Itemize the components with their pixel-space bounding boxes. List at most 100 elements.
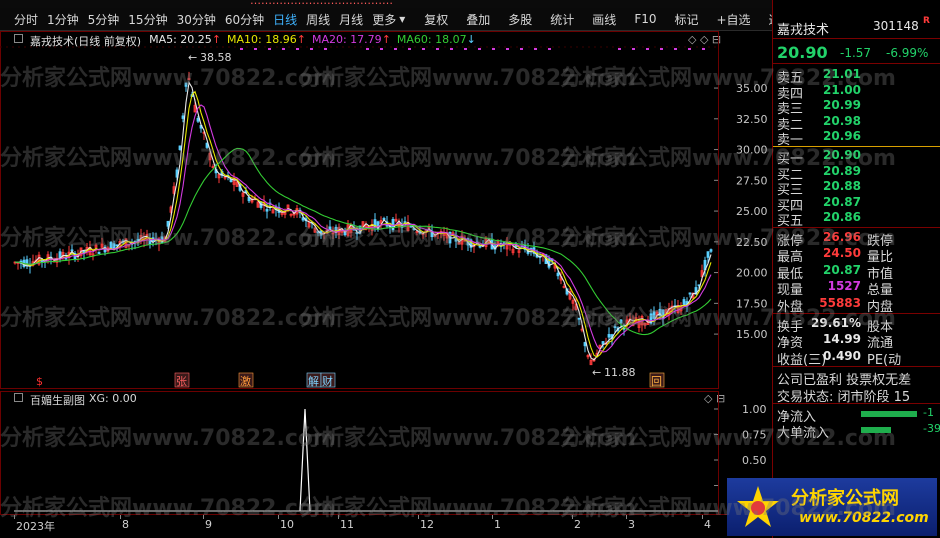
ask-price: 20.96 <box>823 129 861 144</box>
toolbar-action-0[interactable]: 复权 <box>424 11 448 28</box>
stock-name: 嘉戎技术 <box>777 23 830 38</box>
toolbar-action-1[interactable]: 叠加 <box>466 11 490 28</box>
date-axis: 2023年 8 9 10 11 12 1 2 3 4 <box>0 514 772 538</box>
stat-value: 14.99 <box>823 332 861 347</box>
y-tick-label: 30.00 <box>736 144 768 157</box>
x-axis-label: 12 <box>420 518 434 531</box>
candle-body <box>178 145 182 150</box>
period-tab-6[interactable]: 日线 <box>273 11 297 28</box>
flow-bar <box>861 427 891 434</box>
x-tick <box>120 515 121 519</box>
flow-bar <box>861 411 917 417</box>
signal-dot <box>548 48 551 50</box>
candle-body <box>181 115 185 119</box>
low-price-label: 11.88 <box>604 366 636 379</box>
divider <box>773 227 940 228</box>
x-axis-label: 2023年 <box>16 520 55 533</box>
signal-dot <box>464 48 467 50</box>
candle-body <box>166 220 170 227</box>
toolbar-action-2[interactable]: 多股 <box>508 11 532 28</box>
period-tab-2[interactable]: 5分钟 <box>88 11 120 28</box>
bid-row: 买三 20.88 <box>775 179 940 198</box>
banner-url: www.70822.com <box>799 510 929 526</box>
ask-row: 卖二 20.98 <box>775 114 940 133</box>
bid-row: 买二 20.89 <box>775 163 940 183</box>
x-tick <box>702 515 703 519</box>
period-tab-1[interactable]: 1分钟 <box>47 11 79 28</box>
stat-label-secondary: 内盘 <box>867 299 894 315</box>
watermark-banner: 分析家公式网 www.70822.com <box>727 478 937 536</box>
subchart-frame <box>0 391 719 515</box>
event-marker[interactable]: $ <box>36 375 43 388</box>
ask-price: 21.00 <box>823 82 861 97</box>
stat-row: 最高 24.50 量比 <box>775 246 940 265</box>
event-marker[interactable]: 激 <box>240 374 251 388</box>
ask-row: 卖三 20.99 <box>775 98 940 117</box>
ask-price: 21.01 <box>823 67 861 81</box>
candle-body <box>688 292 692 295</box>
logo-icon <box>737 486 779 527</box>
period-tab-5[interactable]: 60分钟 <box>225 11 264 28</box>
signal-dot <box>534 48 537 50</box>
stat-value: 29.61% <box>811 316 861 330</box>
toolbar-action-4[interactable]: 画线 <box>592 11 616 28</box>
candle-body <box>556 272 560 277</box>
x-tick <box>572 515 573 519</box>
ask-price: 20.99 <box>823 98 861 113</box>
candle-body <box>265 208 269 212</box>
period-tab-4[interactable]: 30分钟 <box>177 11 216 28</box>
ask-row: 卖一 20.96 <box>775 129 940 148</box>
signal-dot <box>310 48 313 50</box>
period-tab-8[interactable]: 月线 <box>339 11 363 28</box>
period-tab-0[interactable]: 分时 <box>14 11 38 28</box>
xg-signal-spike <box>299 408 311 512</box>
period-tab-7[interactable]: 周线 <box>306 11 330 28</box>
toolbar-action-7[interactable]: +自选 <box>717 11 751 28</box>
event-marker[interactable]: 财 <box>322 374 333 388</box>
stat-value: 0.490 <box>823 348 861 363</box>
bid-price: 20.89 <box>823 163 861 178</box>
candle-body <box>97 251 101 254</box>
more-dropdown-icon[interactable]: ▾ <box>399 12 405 26</box>
candle-body <box>601 341 605 345</box>
signal-dot <box>632 48 635 50</box>
signal-dot <box>492 48 495 50</box>
info-row: 公司已盈利 投票权无差 <box>775 369 940 388</box>
signal-dot <box>450 48 453 50</box>
y-tick-label: 27.50 <box>736 174 768 187</box>
candle-body <box>619 319 623 324</box>
high-price-label: 38.58 <box>200 51 232 64</box>
period-tab-3[interactable]: 15分钟 <box>128 11 167 28</box>
y-tick-label: 25.00 <box>736 205 768 218</box>
period-tab-9[interactable]: 更多 <box>372 11 396 28</box>
signal-dot <box>520 48 523 50</box>
price-change-pct: -6.99% <box>886 46 929 60</box>
y-tick-label: 17.50 <box>736 297 768 310</box>
toolbar-action-5[interactable]: F10 <box>634 12 656 26</box>
last-price: 20.90 <box>777 43 828 62</box>
event-marker[interactable]: 张 <box>176 375 187 388</box>
signal-dot <box>702 48 705 50</box>
x-axis-label: 10 <box>280 518 294 531</box>
candle-body <box>148 239 152 245</box>
event-marker[interactable]: 回 <box>651 375 662 388</box>
indicator-chart[interactable]: 1.000.750.500.25 <box>0 391 772 515</box>
x-tick <box>278 515 279 519</box>
x-axis-label: 3 <box>628 518 635 531</box>
stat-row: 现量 1527 总量 <box>775 279 940 298</box>
toolbar-action-6[interactable]: 标记 <box>674 11 698 28</box>
x-tick <box>203 515 204 519</box>
event-marker[interactable]: 解 <box>308 374 319 388</box>
flow-label: 大单流入 <box>777 426 830 442</box>
x-tick <box>338 515 339 519</box>
signal-dot <box>674 48 677 50</box>
stat-row: 收益(三) 0.490 PE(动 <box>775 348 940 368</box>
signal-dot <box>506 48 509 50</box>
candlestick-chart[interactable]: 35.00 32.50 30.00 27.50 25.00 22.50 20.00 17.50… <box>0 31 772 389</box>
top-strip-title: ………………………………… <box>250 0 393 7</box>
toolbar-action-3[interactable]: 统计 <box>550 11 574 28</box>
stat-label-secondary: PE(动 <box>867 352 902 368</box>
divider <box>773 313 940 314</box>
signal-dot <box>660 48 663 50</box>
banner-title: 分析家公式网 <box>791 488 899 509</box>
